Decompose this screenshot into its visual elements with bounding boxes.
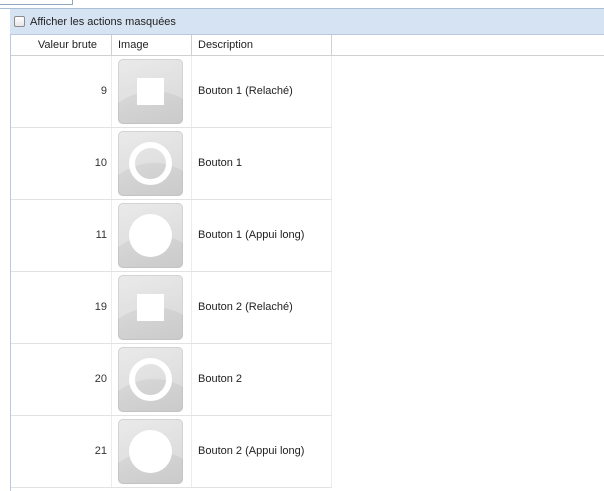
square-icon (118, 59, 183, 124)
description: Bouton 2 (Relaché) (192, 272, 332, 343)
column-header-description[interactable]: Description (192, 35, 332, 55)
image-cell (112, 344, 192, 415)
image-cell (112, 56, 192, 127)
square-icon (118, 275, 183, 340)
image-cell (112, 200, 192, 271)
table-row[interactable]: 19 Bouton 2 (Relaché) (11, 272, 332, 344)
description: Bouton 2 (Appui long) (192, 416, 332, 487)
raw-value: 19 (11, 272, 112, 343)
ring-icon (118, 347, 183, 412)
table-row[interactable]: 10 Bouton 1 (11, 128, 332, 200)
table-row[interactable]: 21 Bouton 2 (Appui long) (11, 416, 332, 488)
show-hidden-actions-label[interactable]: Afficher les actions masquées (30, 16, 176, 28)
description: Bouton 2 (192, 344, 332, 415)
image-cell (112, 272, 192, 343)
column-header-image[interactable]: Image (112, 35, 192, 55)
description: Bouton 1 (192, 128, 332, 199)
filled-circle-icon (118, 203, 183, 268)
filled-circle-icon (118, 419, 183, 484)
panel-tab-fragment (0, 0, 73, 5)
ring-icon (118, 131, 183, 196)
image-cell (112, 416, 192, 487)
table-row[interactable]: 20 Bouton 2 (11, 344, 332, 416)
image-cell (112, 128, 192, 199)
raw-value: 10 (11, 128, 112, 199)
table-body: 9 Bouton 1 (Relaché) 10 Bouton 1 11 Bouton 1 … (11, 56, 332, 488)
top-strip (0, 0, 604, 9)
description: Bouton 1 (Appui long) (192, 200, 332, 271)
filter-bar: Afficher les actions masquées (10, 9, 604, 35)
show-hidden-actions-checkbox[interactable] (14, 16, 25, 27)
description: Bouton 1 (Relaché) (192, 56, 332, 127)
raw-value: 21 (11, 416, 112, 487)
column-header-value[interactable]: Valeur brute (11, 35, 112, 55)
raw-value: 11 (11, 200, 112, 271)
table-row[interactable]: 11 Bouton 1 (Appui long) (11, 200, 332, 272)
raw-value: 9 (11, 56, 112, 127)
raw-value: 20 (11, 344, 112, 415)
table-header: Valeur brute Image Description (11, 35, 604, 56)
table-row[interactable]: 9 Bouton 1 (Relaché) (11, 56, 332, 128)
